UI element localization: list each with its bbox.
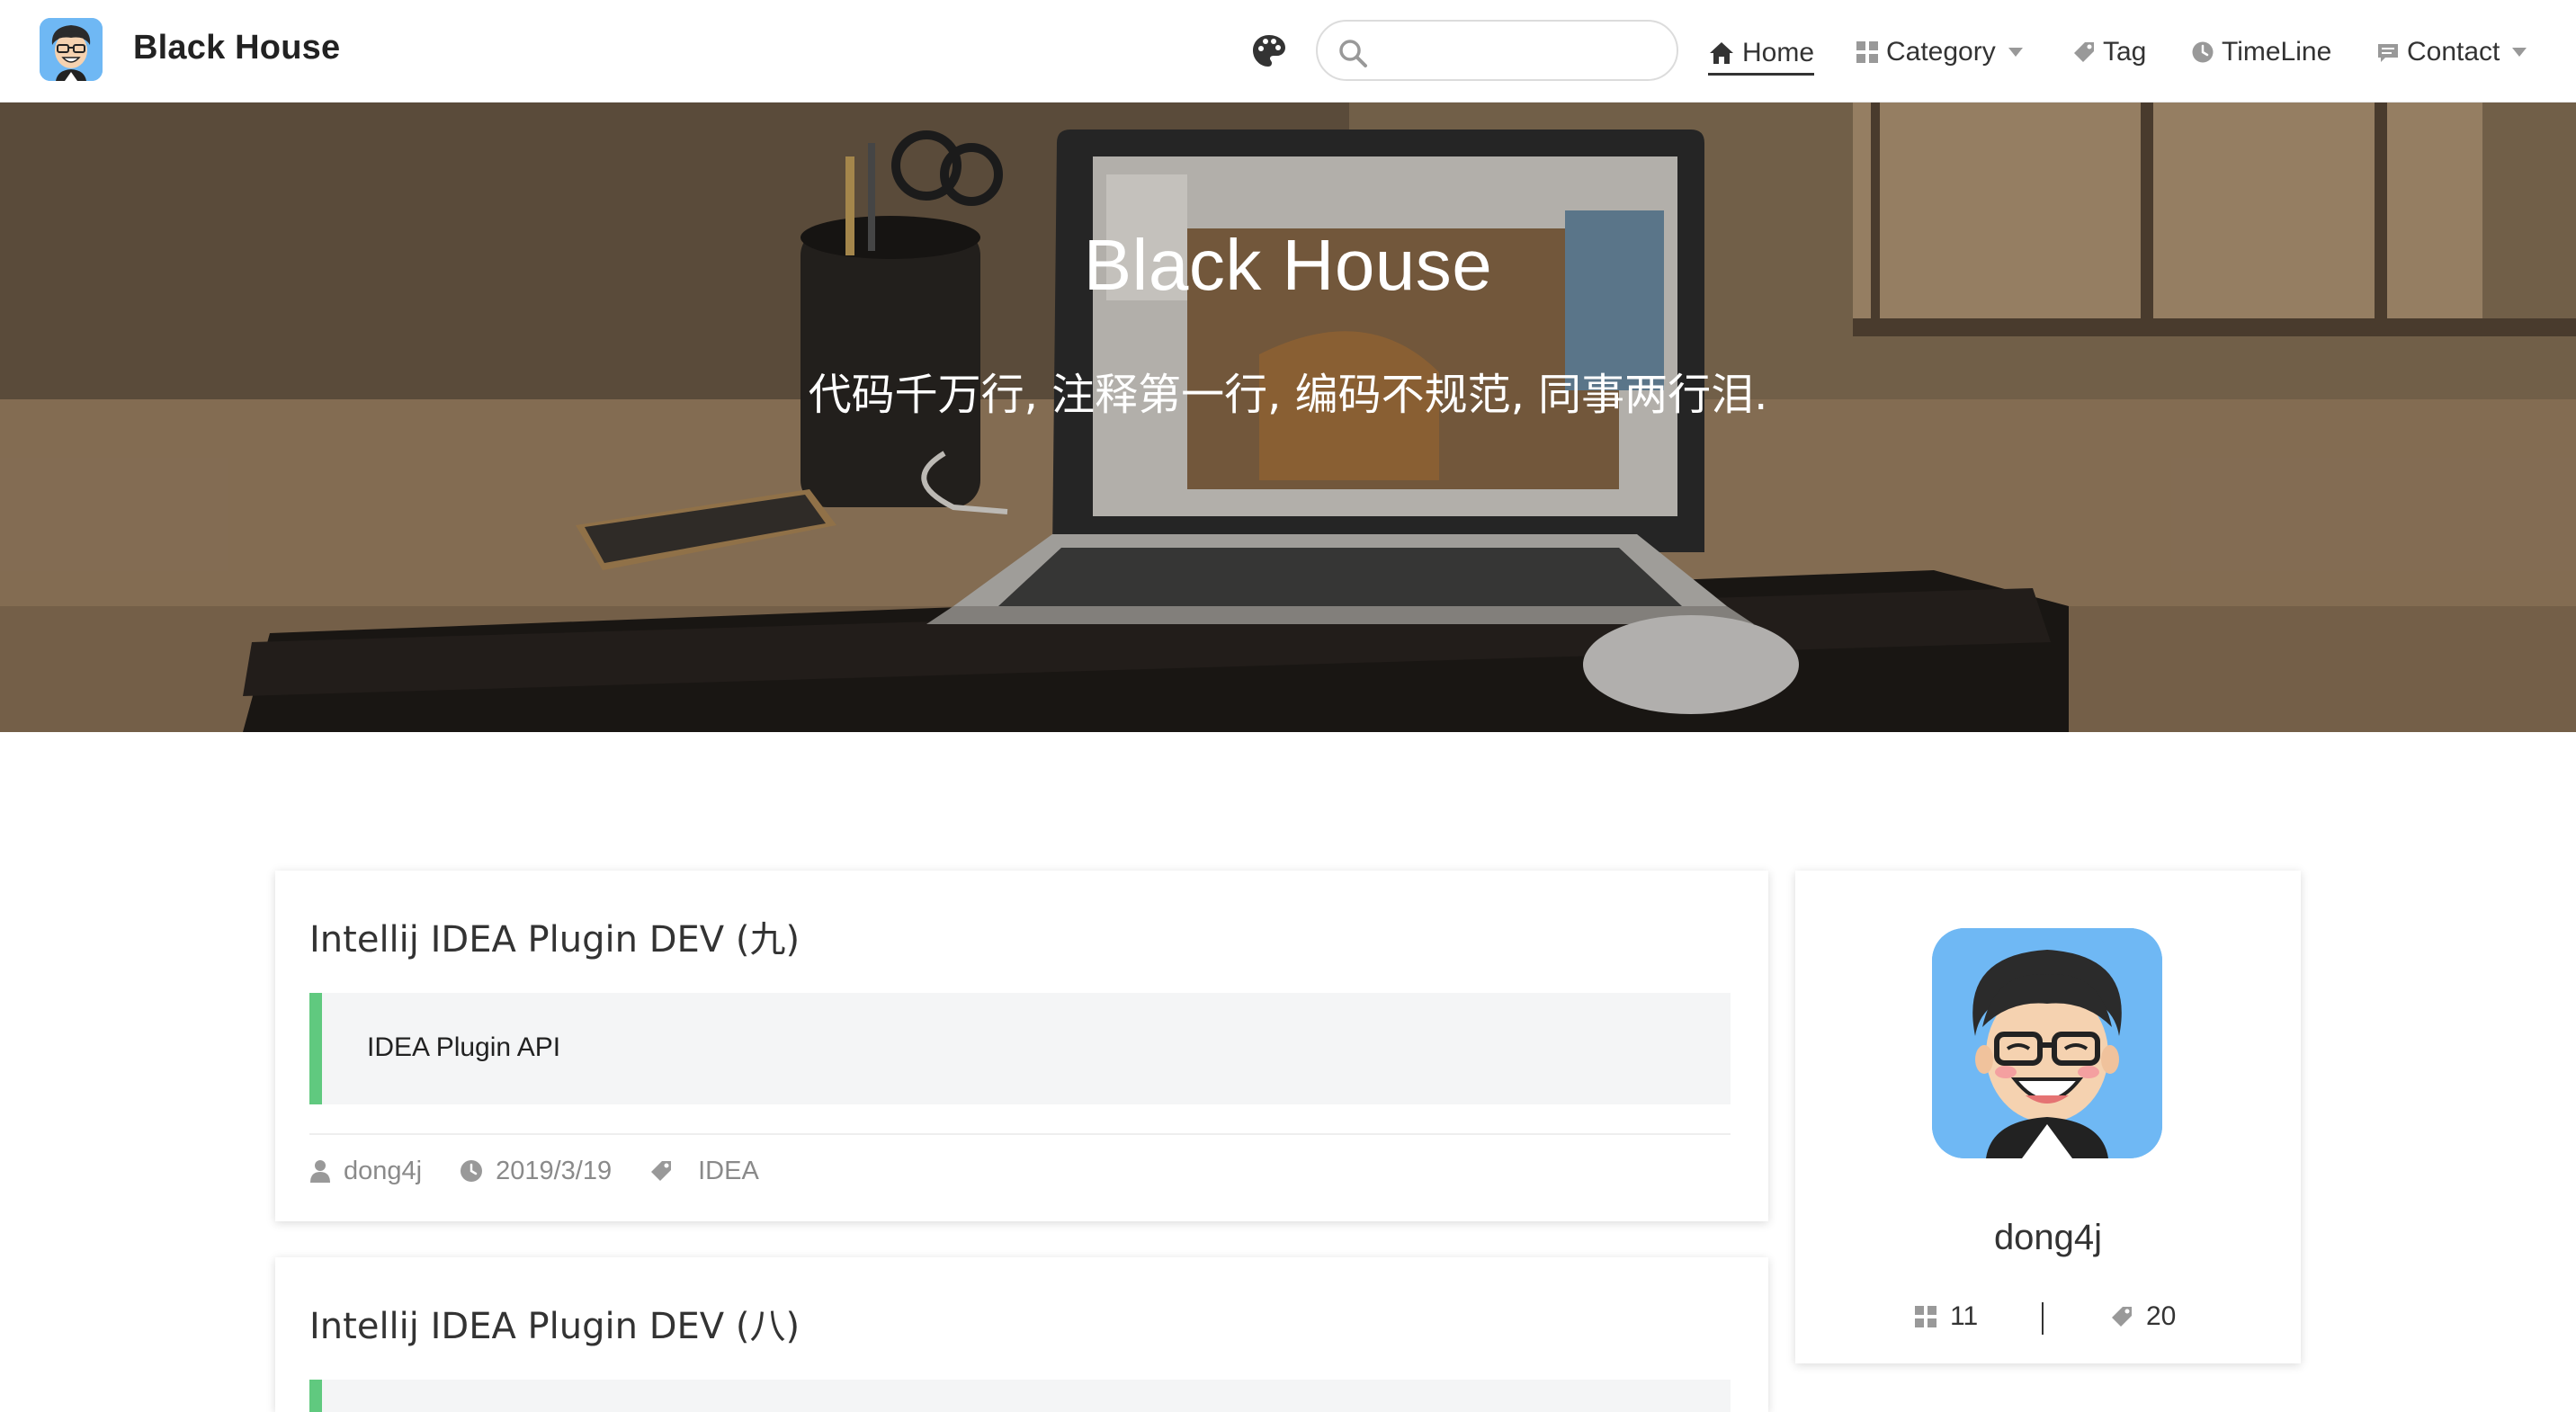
- top-navbar: Black House Home Category Tag TimeLine C…: [0, 0, 2576, 103]
- post-title[interactable]: Intellij IDEA Plugin DEV (九): [309, 910, 800, 962]
- site-brand[interactable]: Black House: [133, 29, 340, 67]
- nav-category-label: Category: [1886, 37, 1996, 67]
- nav-home-label: Home: [1742, 37, 1815, 67]
- category-grid-icon: [1856, 41, 1878, 63]
- categories-count[interactable]: 11: [1914, 1299, 1978, 1335]
- post-author[interactable]: dong4j: [344, 1157, 422, 1186]
- post-card[interactable]: Intellij IDEA Plugin DEV (八): [275, 1257, 1768, 1412]
- search-bar: [1316, 20, 1678, 81]
- profile-name: dong4j: [1993, 1218, 2103, 1257]
- avatar[interactable]: [1932, 928, 2162, 1158]
- tags-count-value: 20: [2146, 1301, 2177, 1331]
- stats-divider: [2042, 1302, 2044, 1335]
- avatar-icon: [1932, 928, 2162, 1158]
- nav-timeline-label: TimeLine: [2222, 37, 2332, 67]
- user-icon: [310, 1160, 330, 1183]
- nav-timeline[interactable]: TimeLine: [2191, 32, 2331, 72]
- nav-contact-label: Contact: [2407, 37, 2500, 67]
- post-excerpt: IDEA Plugin API: [309, 993, 1731, 1104]
- tags-count[interactable]: 20: [2110, 1299, 2176, 1335]
- home-icon: [1710, 41, 1733, 64]
- nav-contact[interactable]: Contact: [2376, 32, 2527, 72]
- hero-title: Black House: [1083, 225, 1493, 305]
- profile-stats: 11 20: [1795, 1299, 2301, 1335]
- post-card[interactable]: Intellij IDEA Plugin DEV (九) IDEA Plugin…: [275, 871, 1768, 1221]
- search-icon[interactable]: [1337, 38, 1368, 68]
- tag-icon: [2074, 42, 2094, 62]
- post-title[interactable]: Intellij IDEA Plugin DEV (八): [309, 1297, 800, 1349]
- post-excerpt-text: IDEA Plugin API: [367, 1032, 561, 1062]
- clock-icon: [2192, 41, 2214, 63]
- nav-tag[interactable]: Tag: [2072, 32, 2146, 72]
- categories-count-value: 11: [1950, 1301, 1979, 1331]
- message-icon: [2378, 44, 2398, 62]
- site-logo[interactable]: [40, 18, 103, 81]
- post-excerpt: [309, 1380, 1731, 1412]
- category-grid-icon: [1915, 1306, 1936, 1327]
- tag-icon: [651, 1161, 672, 1181]
- nav-tag-label: Tag: [2103, 37, 2147, 67]
- profile-card: dong4j 11 20: [1795, 871, 2301, 1363]
- search-input[interactable]: [1381, 31, 1659, 70]
- hero-subtitle: 代码千万行, 注释第一行, 编码不规范, 同事两行泪.: [808, 370, 1768, 420]
- tag-icon: [2112, 1307, 2132, 1327]
- nav-category[interactable]: Category: [1856, 32, 2023, 72]
- nav-home[interactable]: Home: [1708, 32, 1815, 76]
- chevron-down-icon: [2512, 48, 2527, 57]
- clock-icon: [461, 1160, 483, 1182]
- hero-banner: Black House 代码千万行, 注释第一行, 编码不规范, 同事两行泪.: [0, 103, 2576, 732]
- post-date: 2019/3/19: [496, 1156, 613, 1185]
- theme-palette-icon[interactable]: [1250, 32, 1288, 70]
- avatar-icon: [40, 18, 103, 81]
- chevron-down-icon: [2008, 48, 2023, 57]
- post-meta: dong4j 2019/3/19 IDEA: [309, 1153, 759, 1189]
- post-divider: [309, 1133, 1731, 1135]
- post-tag[interactable]: IDEA: [698, 1157, 759, 1186]
